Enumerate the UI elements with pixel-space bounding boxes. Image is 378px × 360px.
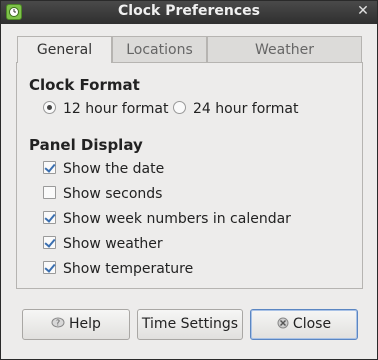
preferences-notebook: General Locations Weather Clock Format 1… <box>16 36 363 289</box>
radio-24-hour[interactable]: 24 hour format <box>173 100 299 118</box>
tab-general[interactable]: General <box>17 36 112 63</box>
panel-display-heading: Panel Display <box>29 136 143 154</box>
clock-format-heading: Clock Format <box>29 76 140 94</box>
checkbox-indicator[interactable] <box>43 236 56 249</box>
checkbox-show-date[interactable]: Show the date <box>43 160 164 178</box>
help-button[interactable]: ? Help <box>22 309 130 340</box>
tab-locations[interactable]: Locations <box>112 36 207 62</box>
tab-weather[interactable]: Weather <box>207 36 362 62</box>
radio-indicator[interactable] <box>173 101 186 114</box>
radio-24-hour-label: 24 hour format <box>193 101 299 117</box>
checkbox-indicator[interactable] <box>43 261 56 274</box>
time-settings-label: Time Settings <box>141 316 239 332</box>
checkbox-indicator[interactable] <box>43 161 56 174</box>
close-button[interactable]: Close <box>250 309 358 340</box>
close-icon <box>277 310 289 339</box>
title-bar[interactable]: Clock Preferences ✕ <box>1 1 377 24</box>
help-button-label: Help <box>69 316 101 332</box>
general-panel: Clock Format 12 hour format 24 hour form… <box>16 62 363 289</box>
window-close-icon[interactable]: ✕ <box>355 3 371 19</box>
show-week-numbers-label: Show week numbers in calendar <box>63 211 291 227</box>
checkbox-show-week-numbers[interactable]: Show week numbers in calendar <box>43 210 291 228</box>
help-icon: ? <box>51 310 65 339</box>
show-seconds-label: Show seconds <box>63 186 163 202</box>
show-date-label: Show the date <box>63 161 165 177</box>
preferences-window: Clock Preferences ✕ General Locations We… <box>0 0 378 360</box>
svg-text:?: ? <box>56 319 60 328</box>
show-temperature-label: Show temperature <box>63 261 194 277</box>
checkbox-indicator[interactable] <box>43 186 56 199</box>
checkbox-show-temperature[interactable]: Show temperature <box>43 260 193 278</box>
tab-bar: General Locations Weather <box>16 36 363 63</box>
checkbox-indicator[interactable] <box>43 211 56 224</box>
show-weather-label: Show weather <box>63 236 163 252</box>
checkbox-show-seconds[interactable]: Show seconds <box>43 185 162 203</box>
checkbox-show-weather[interactable]: Show weather <box>43 235 163 253</box>
window-title: Clock Preferences <box>118 3 260 19</box>
radio-12-hour-label: 12 hour format <box>63 101 169 117</box>
radio-indicator[interactable] <box>43 101 56 114</box>
radio-12-hour[interactable]: 12 hour format <box>43 100 169 118</box>
time-settings-button[interactable]: Time Settings <box>137 309 243 340</box>
close-button-label: Close <box>292 316 332 332</box>
